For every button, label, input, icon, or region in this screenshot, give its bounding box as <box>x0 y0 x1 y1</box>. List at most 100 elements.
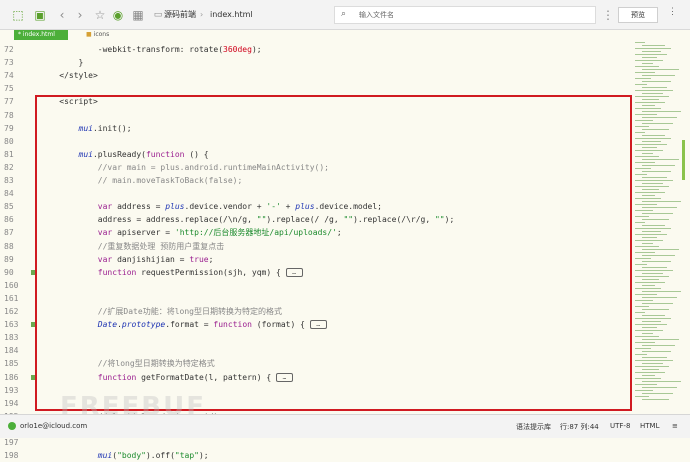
minimap-line <box>635 84 647 85</box>
status-user[interactable]: orlo1e@icloud.com <box>20 422 87 430</box>
minimap-line <box>642 87 667 88</box>
filter-icon[interactable]: ⋮ <box>600 7 616 23</box>
minimap-line <box>642 381 681 382</box>
tab-folder-label: icons <box>93 31 110 38</box>
minimap-line <box>642 177 667 178</box>
minimap-line <box>642 213 673 214</box>
code-line[interactable]: </style> <box>40 70 98 82</box>
minimap-line <box>642 123 673 124</box>
minimap-line <box>642 141 661 142</box>
minimap-line <box>635 180 673 181</box>
minimap-line <box>642 93 663 94</box>
line-number: 72 <box>4 45 14 54</box>
user-avatar-icon[interactable] <box>8 422 16 430</box>
line-number: 78 <box>4 110 14 120</box>
minimap-line <box>642 303 673 304</box>
minimap-line <box>642 297 677 298</box>
status-bar: orlo1e@icloud.com 语法提示库 行:87 列:44 UTF-8 … <box>0 414 690 438</box>
minimap-line <box>642 165 675 166</box>
line-number: 77 <box>4 97 14 107</box>
search-placeholder: 输入文件名 <box>359 11 394 19</box>
minimap-line <box>635 72 655 73</box>
minimap-line <box>635 132 645 133</box>
code-minimap[interactable] <box>632 42 682 414</box>
minimap-line <box>635 282 665 283</box>
minimap-line <box>642 357 667 358</box>
line-number: 198 <box>4 451 19 461</box>
minimap-line <box>642 249 679 250</box>
scrollbar-thumb[interactable] <box>682 140 685 180</box>
minimap-line <box>642 225 665 226</box>
minimap-line <box>635 102 665 103</box>
minimap-line <box>642 201 681 202</box>
minimap-line <box>635 216 649 217</box>
minimap-line <box>642 159 679 160</box>
breadcrumb-file[interactable]: index.html <box>210 8 253 22</box>
minimap-line <box>635 270 673 271</box>
minimap-line <box>635 78 651 79</box>
preview-button[interactable]: 预览 <box>618 7 658 23</box>
line-number: 185 <box>4 359 19 369</box>
line-number: 73 <box>4 58 14 68</box>
minimap-line <box>635 378 661 379</box>
minimap-line <box>642 369 659 370</box>
minimap-line <box>642 195 655 196</box>
more-icon[interactable]: ⋮ <box>668 7 677 17</box>
line-number: 184 <box>4 346 19 356</box>
forward-icon[interactable]: › <box>72 7 88 23</box>
status-language[interactable]: HTML <box>640 422 659 430</box>
line-number: 186 <box>4 372 19 382</box>
status-cursor-position[interactable]: 行:87 列:44 <box>560 422 599 432</box>
minimap-line <box>642 117 677 118</box>
minimap-line <box>642 171 671 172</box>
line-number: 82 <box>4 162 14 172</box>
status-menu-icon[interactable]: ≡ <box>672 422 678 430</box>
status-encoding[interactable]: UTF-8 <box>610 422 630 430</box>
run-icon[interactable]: ◉ <box>110 7 126 23</box>
toolbar: ⬚ ▣ ‹ › ☆ ◉ ▦ ▭ 源码前端 › index.html ⌕ 输入文件… <box>0 0 690 30</box>
minimap-line <box>635 348 651 349</box>
file-search-input[interactable]: ⌕ 输入文件名 <box>334 6 596 24</box>
minimap-line <box>642 75 675 76</box>
minimap-line <box>642 135 665 136</box>
breadcrumb-project[interactable]: 源码前端 <box>164 8 196 22</box>
line-number: 81 <box>4 149 14 159</box>
minimap-line <box>642 183 663 184</box>
minimap-line <box>642 45 665 46</box>
minimap-line <box>642 57 657 58</box>
code-line[interactable]: -webkit-transform: rotate(360deg); <box>40 44 262 56</box>
line-number: 87 <box>4 228 14 238</box>
line-number: 163 <box>4 320 19 330</box>
minimap-line <box>642 153 653 154</box>
minimap-line <box>635 186 669 187</box>
minimap-line <box>642 81 671 82</box>
minimap-line <box>635 48 671 49</box>
minimap-line <box>635 390 653 391</box>
minimap-line <box>642 315 665 316</box>
minimap-line <box>642 279 659 280</box>
minimap-line <box>635 198 661 199</box>
minimap-line <box>635 162 655 163</box>
minimap-line <box>635 90 673 91</box>
minimap-line <box>635 306 649 307</box>
grid-icon[interactable]: ▦ <box>130 7 146 23</box>
back-icon[interactable]: ‹ <box>54 7 70 23</box>
new-file-icon[interactable]: ⬚ <box>10 7 26 23</box>
code-line[interactable]: mui("body").off("tap"); <box>40 450 209 462</box>
line-number: 193 <box>4 385 19 395</box>
line-number: 162 <box>4 307 19 316</box>
minimap-line <box>642 273 663 274</box>
minimap-line <box>635 114 657 115</box>
tab-icons-folder[interactable]: ■ icons <box>86 30 109 40</box>
minimap-line <box>642 219 669 220</box>
star-icon[interactable]: ☆ <box>92 7 108 23</box>
minimap-line <box>642 333 653 334</box>
line-number: 194 <box>4 398 19 408</box>
minimap-line <box>635 252 655 253</box>
minimap-line <box>635 54 667 55</box>
save-icon[interactable]: ▣ <box>32 7 48 23</box>
tab-index-html[interactable]: * index.html <box>14 30 68 40</box>
status-syntax-hint[interactable]: 语法提示库 <box>516 422 551 432</box>
code-line[interactable]: } <box>40 57 84 69</box>
minimap-line <box>642 129 669 130</box>
